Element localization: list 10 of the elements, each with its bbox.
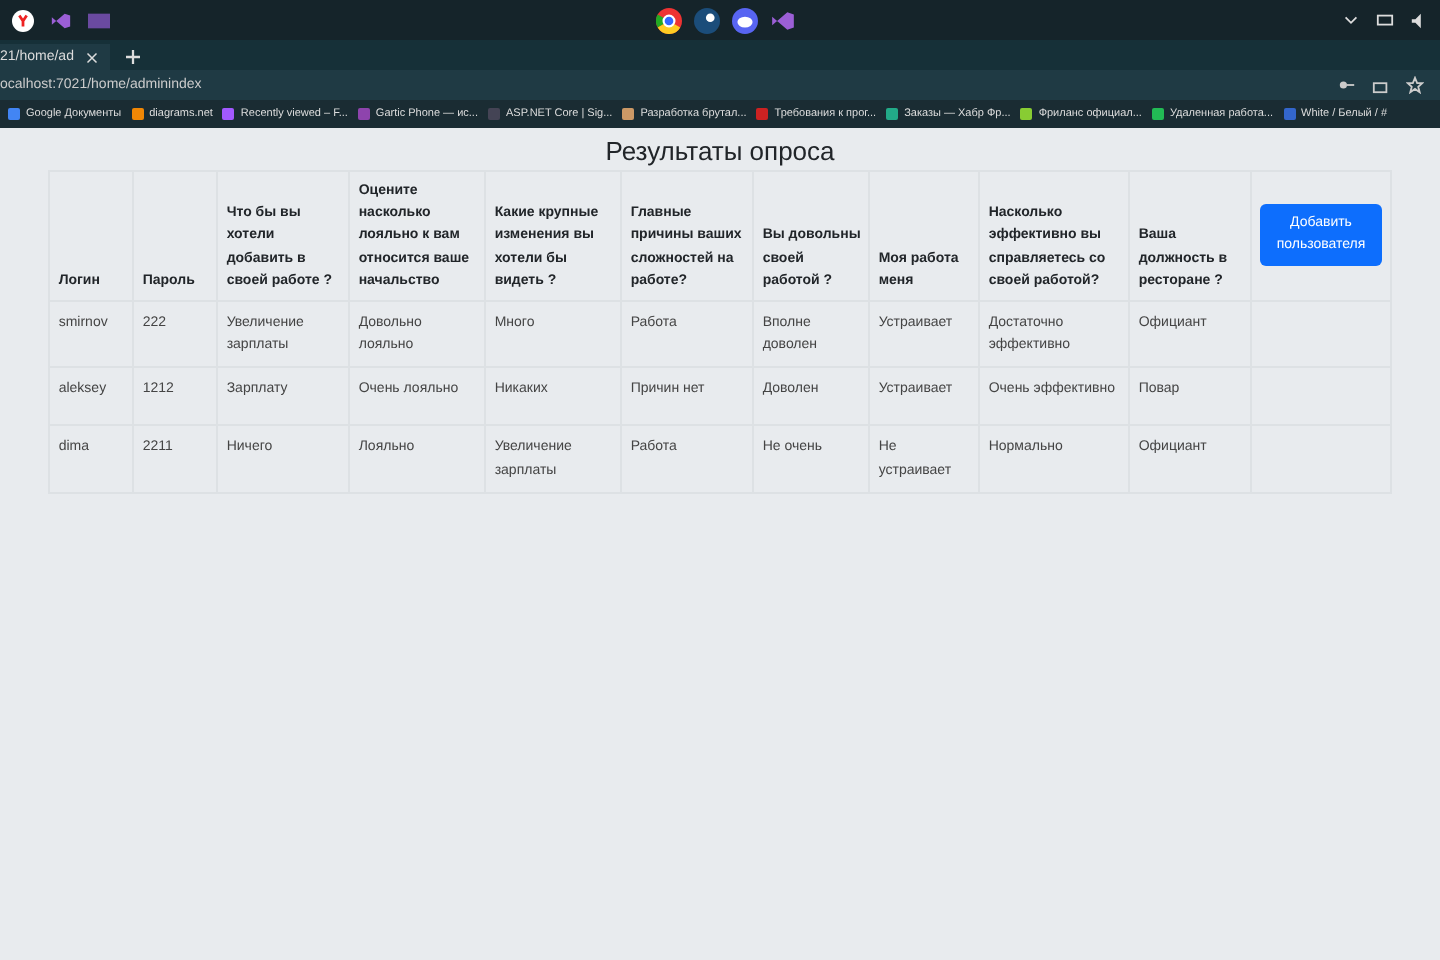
- chevron-icon[interactable]: [1342, 11, 1360, 29]
- new-tab-icon[interactable]: [125, 50, 140, 64]
- page-title: Результаты опроса: [605, 136, 835, 166]
- chrome-icon[interactable]: [656, 7, 682, 33]
- key-icon[interactable]: [1338, 76, 1356, 94]
- close-icon[interactable]: [85, 51, 98, 63]
- monitor-icon[interactable]: [1376, 11, 1394, 29]
- browser-icon[interactable]: [12, 9, 34, 31]
- chat-icon[interactable]: [732, 7, 758, 33]
- star-icon[interactable]: [1406, 76, 1424, 94]
